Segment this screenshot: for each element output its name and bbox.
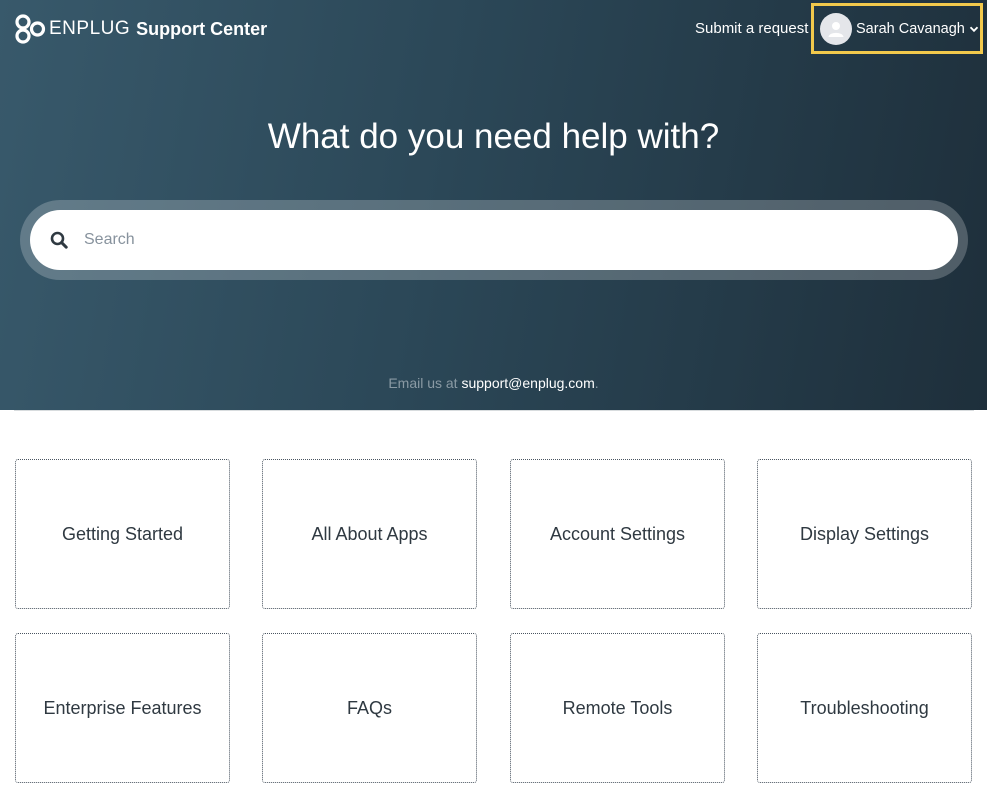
category-all-about-apps[interactable]: All About Apps — [262, 459, 477, 609]
submit-request-link[interactable]: Submit a request — [695, 19, 808, 39]
hero-banner: ENPLUG Support Center Submit a request S… — [0, 0, 987, 410]
user-name: Sarah Cavanagh — [856, 20, 965, 37]
search-icon[interactable] — [50, 231, 68, 249]
search-box — [30, 210, 958, 270]
user-avatar-icon — [820, 12, 852, 45]
category-faqs[interactable]: FAQs — [262, 633, 477, 783]
brand-name: ENPLUG — [49, 18, 131, 39]
category-enterprise-features[interactable]: Enterprise Features — [15, 633, 230, 783]
home-logo-link[interactable]: ENPLUG Support Center — [14, 13, 267, 45]
support-email-link[interactable]: support@enplug.com — [461, 375, 594, 391]
brand-suffix: Support Center — [136, 18, 268, 39]
chevron-down-icon — [969, 25, 979, 33]
site-header: ENPLUG Support Center Submit a request S… — [0, 0, 987, 58]
category-display-settings[interactable]: Display Settings — [757, 459, 972, 609]
email-prefix-text: Email us at — [388, 375, 458, 391]
search-container — [20, 200, 968, 280]
category-account-settings[interactable]: Account Settings — [510, 459, 725, 609]
category-getting-started[interactable]: Getting Started — [15, 459, 230, 609]
category-remote-tools[interactable]: Remote Tools — [510, 633, 725, 783]
enplug-logo-icon — [15, 14, 46, 44]
section-divider — [14, 410, 974, 411]
page-title: What do you need help with? — [267, 117, 720, 156]
search-input[interactable] — [84, 220, 934, 260]
user-menu-button[interactable]: Sarah Cavanagh — [811, 3, 983, 54]
category-troubleshooting[interactable]: Troubleshooting — [757, 633, 972, 783]
email-suffix-text: . — [594, 375, 599, 391]
contact-email-line: Email us at support@enplug.com. — [0, 374, 987, 392]
